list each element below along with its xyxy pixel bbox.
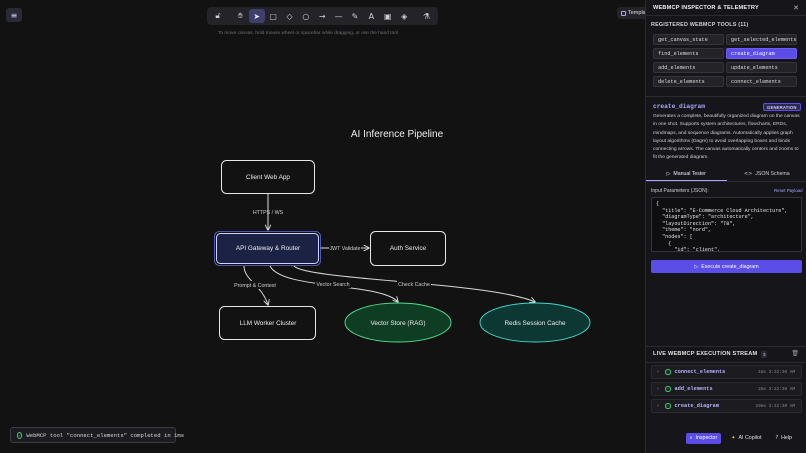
node-label-client: Client Web App <box>246 174 290 181</box>
json-line: { <box>656 240 672 247</box>
chevron-right-icon[interactable]: › <box>657 369 665 375</box>
edge-jwt[interactable]: JWT Validate <box>320 243 369 252</box>
check-circle-icon: ✓ <box>665 386 671 392</box>
stream-count-badge: 3 <box>761 350 768 358</box>
tool-delete-elements[interactable]: delete_elements <box>653 76 724 87</box>
log-tool-name: create_diagram <box>674 403 720 409</box>
node-label-auth: Auth Service <box>390 245 427 252</box>
execute-label: Execute create_diagram <box>701 263 759 270</box>
tool-update-elements[interactable]: update_elements <box>726 62 797 73</box>
check-circle-icon: ✓ <box>665 369 671 375</box>
stream-header: LIVE WEBMCP EXECUTION STREAM 3 🗑︎ <box>646 346 806 362</box>
inspector-icon: ⌕ <box>689 435 693 441</box>
divider <box>646 96 806 97</box>
json-line: "diagramType": "architecture", <box>656 214 754 221</box>
log-entry[interactable]: › ✓ create_diagram 19ms 3:22:30 AM <box>651 399 802 413</box>
log-tool-name: add_elements <box>674 386 713 392</box>
tool-description: Generates a complete, beautifully organi… <box>653 114 800 161</box>
node-label-redis: Redis Session Cache <box>504 320 566 327</box>
tool-get-selected-elements[interactable]: get_selected_elements <box>726 34 797 45</box>
log-timing: 2ms 3:22:30 AM <box>758 386 795 392</box>
log-entry[interactable]: › ✓ add_elements 2ms 3:22:30 AM <box>651 382 802 396</box>
node-auth-service[interactable]: Auth Service <box>370 231 446 266</box>
node-label-llm: LLM Worker Cluster <box>240 320 298 327</box>
json-line: "id": "client", <box>656 247 721 252</box>
tab-schema-label: JSON Schema <box>755 171 790 177</box>
node-api-gateway[interactable]: API Gateway & Router <box>214 231 321 266</box>
node-vector-store[interactable]: Vector Store (RAG) <box>344 302 452 343</box>
tool-get-canvas-state[interactable]: get_canvas_state <box>653 34 724 45</box>
log-entry[interactable]: › ✓ connect_elements 1ms 3:22:30 AM <box>651 365 802 379</box>
tools-section-title: REGISTERED WEBMCP TOOLS (11) <box>651 22 749 28</box>
edge-label-vector-search: Vector Search <box>316 282 349 288</box>
toast-message: WebMCP tool "connect_elements" completed… <box>26 431 185 439</box>
tool-create-diagram[interactable]: create_diagram <box>726 48 797 59</box>
sparkle-icon: ✦ <box>731 435 736 441</box>
diagram-svg: AI Inference Pipeline HTTPS / WS JWT Val… <box>214 129 591 343</box>
tab-manual-label: Manual Tester <box>673 170 706 177</box>
edge-label-https: HTTPS / WS <box>253 210 284 216</box>
diagram-title: AI Inference Pipeline <box>351 129 444 140</box>
tool-find-elements[interactable]: find_elements <box>653 48 724 59</box>
help-icon: ? <box>775 435 779 441</box>
copilot-label: AI Copilot <box>738 435 762 441</box>
play-icon: ▷ <box>666 170 671 177</box>
json-input[interactable]: { "title": "E-Commerce Cloud Architectur… <box>651 197 802 252</box>
code-icon: <> <box>743 171 753 177</box>
chevron-right-icon[interactable]: › <box>657 403 665 409</box>
panel-title: WEBMCP INSPECTOR & TELEMETRY <box>653 4 759 11</box>
tab-manual-tester[interactable]: ▷ Manual Tester <box>646 167 727 181</box>
stream-title: LIVE WEBMCP EXECUTION STREAM <box>653 351 758 357</box>
trash-icon[interactable]: 🗑︎ <box>791 350 799 357</box>
tester-tabs: ▷ Manual Tester <> JSON Schema <box>646 167 806 182</box>
panel-header: WEBMCP INSPECTOR & TELEMETRY ✕ <box>646 0 806 16</box>
inspector-label: Inspector <box>695 435 718 441</box>
json-line: "nodes": [ <box>656 233 693 240</box>
selected-tool-name: create_diagram <box>653 103 705 110</box>
inspector-panel: WEBMCP INSPECTOR & TELEMETRY ✕ REGISTERE… <box>645 0 806 453</box>
tool-connect-elements[interactable]: connect_elements <box>726 76 797 87</box>
help-button[interactable]: ? Help <box>771 433 796 444</box>
toast-notification: ✓ WebMCP tool "connect_elements" complet… <box>10 427 184 443</box>
json-line: "layoutDirection": "TB", <box>656 220 736 227</box>
edge-https[interactable]: HTTPS / WS <box>253 194 284 230</box>
close-icon[interactable]: ✕ <box>793 4 799 12</box>
edge-vector-search[interactable]: Vector Search <box>269 265 398 302</box>
tool-add-elements[interactable]: add_elements <box>653 62 724 73</box>
log-timing: 19ms 3:22:30 AM <box>755 403 795 409</box>
log-timing: 1ms 3:22:30 AM <box>758 369 795 375</box>
json-line: "theme": "nord", <box>656 227 712 234</box>
ai-copilot-button[interactable]: ✦ AI Copilot <box>727 433 765 444</box>
edge-label-jwt: JWT Validate <box>329 246 360 252</box>
node-label-gateway: API Gateway & Router <box>236 245 301 252</box>
panel-footer: ⌕ Inspector ✦ AI Copilot ? Help <box>646 431 806 445</box>
json-line: { <box>656 201 660 207</box>
edge-label-prompt: Prompt & Context <box>234 283 276 289</box>
node-client-web-app[interactable]: Client Web App <box>221 160 315 194</box>
edge-label-check-cache: Check Cache <box>398 282 430 288</box>
reset-payload-link[interactable]: Reset Payload <box>774 188 803 193</box>
category-badge: GENERATION <box>763 103 801 111</box>
log-tool-name: connect_elements <box>674 369 726 375</box>
drawing-canvas[interactable]: ≡ 🔓︎ ✋︎ ➤ ▢ ◇ ○ → — ✎ A ▣ ◈ ⚗ To move canvas, hold m… <box>0 0 653 453</box>
node-label-vector: Vector Store (RAG) <box>370 320 425 327</box>
execute-button[interactable]: ▷ Execute create_diagram <box>651 260 802 273</box>
json-line: "title": "E-Commerce Cloud Architecture"… <box>656 207 788 214</box>
node-llm-worker[interactable]: LLM Worker Cluster <box>219 306 316 340</box>
chevron-right-icon[interactable]: › <box>657 386 665 392</box>
tools-grid: get_canvas_state get_selected_elements fin… <box>653 34 801 87</box>
check-circle-icon: ✓ <box>665 403 671 409</box>
inspector-button[interactable]: ⌕ Inspector <box>685 432 722 444</box>
tab-json-schema[interactable]: <> JSON Schema <box>727 167 806 181</box>
node-redis-cache[interactable]: Redis Session Cache <box>479 302 591 343</box>
check-circle-icon: ✓ <box>17 431 23 439</box>
play-icon: ▷ <box>694 263 699 270</box>
edge-prompt[interactable]: Prompt & Context <box>233 265 277 305</box>
help-label: Help <box>781 435 792 441</box>
input-label: Input Parameters (JSON): <box>651 188 709 194</box>
divider <box>646 362 806 363</box>
